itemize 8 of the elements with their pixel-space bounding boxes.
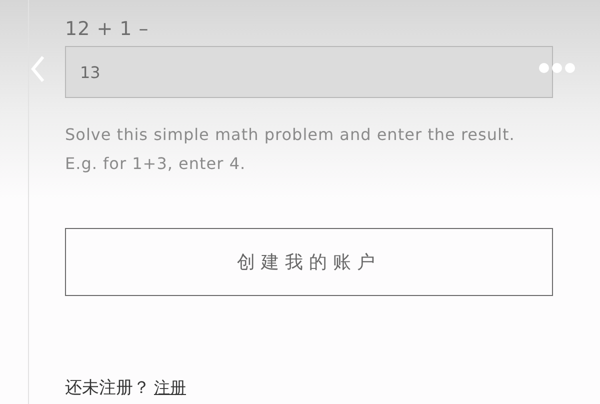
- register-link[interactable]: 注册: [154, 378, 186, 399]
- back-icon[interactable]: [30, 55, 46, 83]
- hint-text: Solve this simple math problem and enter the result. E.g. for 1+3, enter 4.: [65, 124, 516, 175]
- create-account-button[interactable]: 创建我的账户: [65, 228, 553, 296]
- register-prompt: 还未注册？: [65, 377, 150, 399]
- more-icon[interactable]: [538, 62, 576, 74]
- answer-field[interactable]: 13: [65, 46, 553, 98]
- math-question: 12 + 1 –: [65, 17, 150, 42]
